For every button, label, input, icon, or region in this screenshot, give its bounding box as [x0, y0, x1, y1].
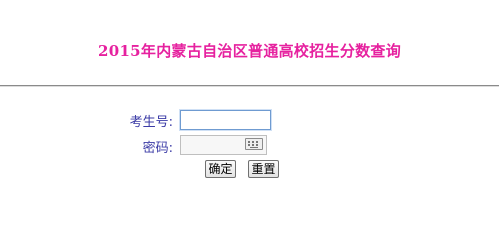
- exam-number-input[interactable]: [180, 110, 271, 130]
- header-divider: [0, 85, 499, 87]
- page-title: 2015年内蒙古自治区普通高校招生分数查询: [97, 42, 402, 60]
- reset-button[interactable]: 重置: [248, 160, 279, 178]
- keyboard-icon[interactable]: [245, 138, 263, 150]
- submit-button[interactable]: 确定: [205, 160, 236, 178]
- exam-number-label: 考生号:: [129, 115, 173, 130]
- password-label: 密码:: [142, 141, 173, 156]
- score-query-page: 2015年内蒙古自治区普通高校招生分数查询 考生号: 密码: 确定 重置: [0, 0, 499, 227]
